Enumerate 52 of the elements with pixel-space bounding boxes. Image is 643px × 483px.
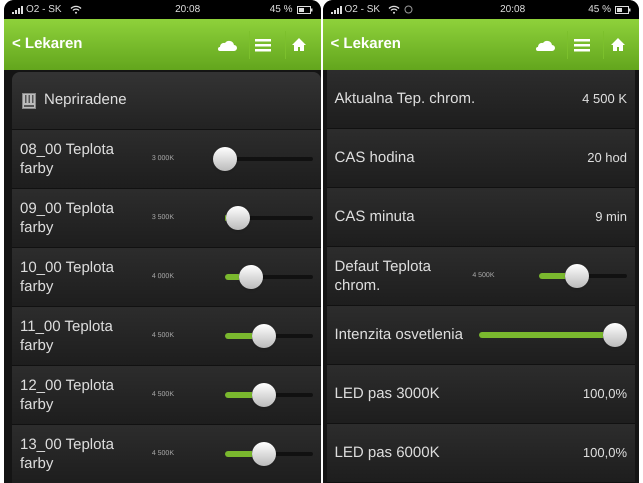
carrier-name: O2 - SK — [344, 3, 380, 17]
row-label: 08_00 Teplota farby — [20, 140, 115, 178]
slider-thumb[interactable] — [212, 147, 236, 171]
panel-icon — [22, 92, 36, 108]
back-button[interactable]: < Lekaren — [330, 33, 401, 56]
row-value: 100,0% — [582, 444, 627, 462]
row-value: 20 hod — [587, 149, 627, 168]
wifi-icon — [388, 5, 400, 14]
wifi-icon — [70, 5, 82, 14]
carrier-name: O2 - SK — [26, 3, 62, 17]
row-value: 4 500 K — [582, 90, 627, 108]
home-icon — [610, 37, 626, 52]
back-button[interactable]: < Lekaren — [12, 33, 82, 56]
status-time: 20:08 — [499, 3, 526, 17]
slider-fill — [224, 451, 252, 457]
slider[interactable] — [212, 147, 312, 171]
home-icon — [291, 37, 307, 52]
row-label: Defaut Teplota chrom. — [334, 257, 432, 295]
row-label: 09_00 Teplota farby — [20, 199, 115, 237]
slider-thumb[interactable] — [239, 265, 264, 289]
slider-thumb[interactable] — [226, 206, 250, 230]
signal-icon — [330, 6, 342, 14]
row-label: LED pas 3000K — [334, 384, 440, 404]
battery-icon — [615, 6, 631, 14]
battery-icon — [296, 6, 312, 14]
slider-fill — [224, 392, 252, 398]
signal-icon — [12, 6, 24, 14]
menu-icon — [255, 38, 271, 52]
row-label: 10_00 Teplota farby — [20, 258, 115, 296]
row-label: 12_00 Teplota farby — [20, 376, 115, 414]
slider-thumb[interactable] — [252, 383, 276, 407]
slider-fill — [539, 273, 565, 279]
status-time: 20:08 — [174, 3, 200, 17]
battery-level: 45 % — [270, 3, 292, 17]
row-label: Intenzita osvetlenia — [334, 324, 463, 345]
battery-level: 45 % — [588, 3, 611, 17]
row-label: Aktualna Tep. chrom. — [334, 88, 476, 109]
row-label: LED pas 6000K — [334, 442, 440, 463]
row-value: 9 min — [595, 208, 627, 226]
slider-thumb[interactable] — [565, 264, 589, 288]
row-label: CAS minuta — [334, 206, 415, 227]
slider-thumb[interactable] — [252, 324, 276, 348]
row-value: 100,0% — [582, 385, 627, 404]
slider-thumb[interactable] — [603, 323, 627, 347]
group-title: Nepriradene — [44, 90, 127, 110]
slider-fill — [224, 274, 240, 280]
row-label: CAS hodina — [334, 148, 415, 168]
row-label: 11_00 Teplota farby — [20, 317, 114, 355]
menu-icon — [574, 38, 590, 52]
slider-thumb[interactable] — [252, 442, 276, 466]
slider-fill — [224, 333, 252, 339]
row-label: 13_00 Teplota farby — [20, 435, 115, 473]
